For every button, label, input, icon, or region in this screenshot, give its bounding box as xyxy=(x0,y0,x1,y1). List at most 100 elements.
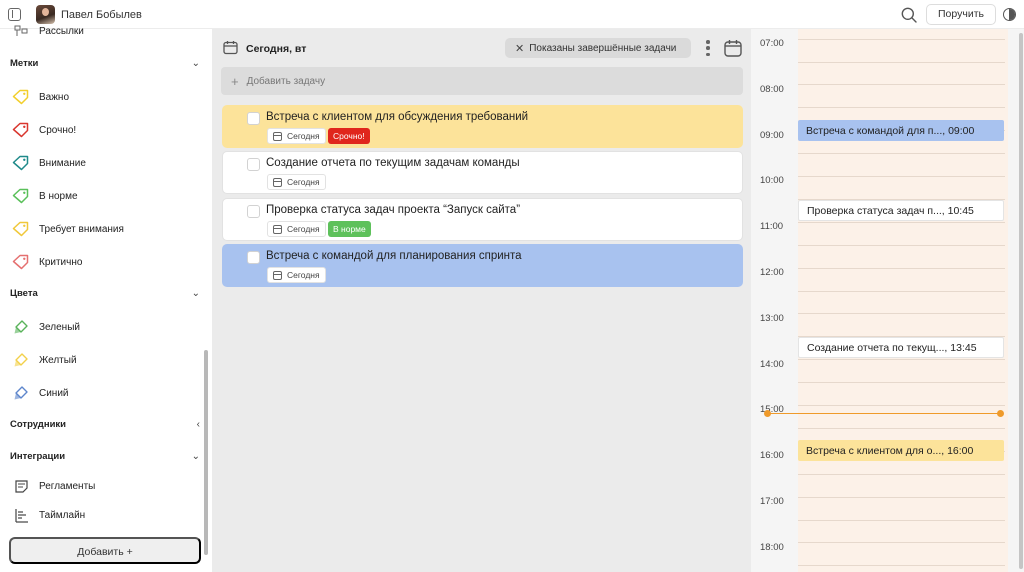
top-bar: Павел Бобылев Поручить xyxy=(0,0,1024,29)
document-icon xyxy=(12,477,30,495)
current-time-line xyxy=(767,413,1001,414)
task-checkbox[interactable] xyxy=(247,251,260,264)
calendar-day-column[interactable] xyxy=(798,29,1008,572)
tag-icon xyxy=(12,88,30,106)
task-date-chip[interactable]: Сегодня xyxy=(267,174,326,190)
close-icon[interactable]: ✕ xyxy=(515,42,524,55)
brush-icon xyxy=(12,384,30,402)
sidebar-label-item[interactable]: Внимание xyxy=(12,153,86,173)
user-name[interactable]: Павел Бобылев xyxy=(61,9,142,21)
calendar-scrollbar[interactable] xyxy=(1019,33,1023,569)
hour-gridline xyxy=(798,382,1005,384)
calendar-icon xyxy=(273,177,282,187)
tag-icon xyxy=(12,121,30,139)
hour-label: 13:00 xyxy=(760,312,784,324)
hour-label: 18:00 xyxy=(760,541,784,553)
sidebar-color-item[interactable]: Синий xyxy=(12,383,69,403)
task-title[interactable]: Создание отчета по текущим задачам коман… xyxy=(266,157,520,169)
hour-gridline xyxy=(798,84,1005,86)
hour-gridline xyxy=(798,427,1005,429)
task-date-chip[interactable]: Сегодня xyxy=(267,221,326,237)
section-labels[interactable]: Метки ⌄ xyxy=(10,55,200,71)
more-menu-icon[interactable] xyxy=(706,40,710,56)
hour-gridline xyxy=(798,473,1005,475)
hour-gridline xyxy=(798,153,1005,155)
task-title[interactable]: Встреча с командой для планирования спри… xyxy=(266,250,522,262)
sidebar-label-item[interactable]: Требует внимания xyxy=(12,219,124,239)
theme-toggle-icon[interactable] xyxy=(1003,8,1016,21)
hour-label: 11:00 xyxy=(760,221,784,233)
calendar-icon xyxy=(273,270,282,280)
hour-gridline xyxy=(798,542,1005,544)
hour-gridline xyxy=(798,519,1005,521)
sidebar-label-item[interactable]: В норме xyxy=(12,186,78,206)
hour-gridline xyxy=(798,404,1005,406)
calendar-view-icon[interactable] xyxy=(724,39,742,57)
chevron-down-icon: ⌄ xyxy=(191,287,200,299)
brush-icon xyxy=(12,318,30,336)
task-card[interactable]: Встреча с клиентом для обсуждения требов… xyxy=(222,105,743,148)
hour-gridline xyxy=(798,175,1005,177)
sidebar-label-item[interactable]: Срочно! xyxy=(12,120,76,140)
sidebar-scrollbar[interactable] xyxy=(204,350,208,555)
sidebar-label-item[interactable]: Критично xyxy=(12,252,82,272)
sidebar: Рассылки Метки ⌄ Важно Срочно! Внимание В н… xyxy=(0,25,212,572)
task-checkbox[interactable] xyxy=(247,112,260,125)
plus-icon: + xyxy=(231,73,239,89)
sidebar-color-item[interactable]: Зеленый xyxy=(12,317,80,337)
sidebar-color-item[interactable]: Желтый xyxy=(12,350,77,370)
page-title: Сегодня, вт xyxy=(246,43,307,55)
chevron-down-icon: ⌄ xyxy=(191,57,200,69)
tag-icon xyxy=(12,253,30,271)
task-card[interactable]: Проверка статуса задач проекта “Запуск с… xyxy=(222,198,743,241)
hour-gridline xyxy=(798,565,1005,567)
add-button[interactable]: Добавить + xyxy=(9,537,201,564)
section-colors[interactable]: Цвета ⌄ xyxy=(10,285,200,301)
sidebar-item-regulations[interactable]: Регламенты xyxy=(12,476,95,496)
hour-gridline xyxy=(798,267,1005,269)
task-tag[interactable]: Срочно! xyxy=(328,128,370,144)
task-title[interactable]: Встреча с клиентом для обсуждения требов… xyxy=(266,111,528,123)
hour-label: 17:00 xyxy=(760,496,784,507)
add-task-input[interactable]: + Добавить задачу xyxy=(221,67,743,95)
timeline-icon xyxy=(12,506,30,524)
tag-icon xyxy=(12,187,30,205)
sidebar-item-timeline[interactable]: Таймлайн xyxy=(12,505,85,525)
task-checkbox[interactable] xyxy=(247,205,260,218)
calendar-event[interactable]: Создание отчета по текущ..., 13:45 xyxy=(798,337,1004,358)
sidebar-item-mailings[interactable]: Рассылки xyxy=(12,21,84,41)
hour-gridline xyxy=(798,290,1005,292)
sidebar-label-item[interactable]: Важно xyxy=(12,87,69,107)
hour-gridline xyxy=(798,359,1005,361)
calendar-event[interactable]: Встреча с клиентом для о..., 16:00 xyxy=(798,440,1004,461)
tag-icon xyxy=(12,220,30,238)
mailing-icon xyxy=(12,22,30,40)
hour-label: 12:00 xyxy=(760,267,784,278)
task-card[interactable]: Встреча с командой для планирования спри… xyxy=(222,244,743,287)
day-calendar: 07:00 08:00 09:00 10:00 11:00 12:00 13:00 14:00… xyxy=(751,29,1024,572)
assign-button[interactable]: Поручить xyxy=(926,4,996,25)
task-checkbox[interactable] xyxy=(247,158,260,171)
section-integrations[interactable]: Интеграции ⌄ xyxy=(10,448,200,464)
task-date-chip[interactable]: Сегодня xyxy=(267,128,326,144)
tasks-panel: Сегодня, вт ✕ Показаны завершённые задач… xyxy=(212,29,751,572)
hour-label: 10:00 xyxy=(760,175,784,187)
calendar-event[interactable]: Встреча с командой для п..., 09:00 xyxy=(798,120,1004,141)
sidebar-toggle-icon[interactable] xyxy=(8,8,21,21)
task-date-chip[interactable]: Сегодня xyxy=(267,267,326,283)
search-icon[interactable] xyxy=(901,7,917,23)
section-employees[interactable]: Сотрудники ‹ xyxy=(10,416,200,432)
brush-icon xyxy=(12,351,30,369)
hour-label: 14:00 xyxy=(760,358,784,370)
task-card[interactable]: Создание отчета по текущим задачам коман… xyxy=(222,151,743,194)
chevron-left-icon: ‹ xyxy=(196,418,200,430)
hour-label: 16:00 xyxy=(760,450,784,462)
hour-gridline xyxy=(798,107,1005,109)
task-title[interactable]: Проверка статуса задач проекта “Запуск с… xyxy=(266,204,520,216)
calendar-icon xyxy=(273,131,282,141)
hour-gridline xyxy=(798,313,1005,315)
calendar-event[interactable]: Проверка статуса задач п..., 10:45 xyxy=(798,200,1004,221)
chevron-down-icon: ⌄ xyxy=(191,450,200,462)
completed-filter-chip[interactable]: ✕ Показаны завершённые задачи xyxy=(505,38,691,58)
task-tag[interactable]: В норме xyxy=(328,221,371,237)
